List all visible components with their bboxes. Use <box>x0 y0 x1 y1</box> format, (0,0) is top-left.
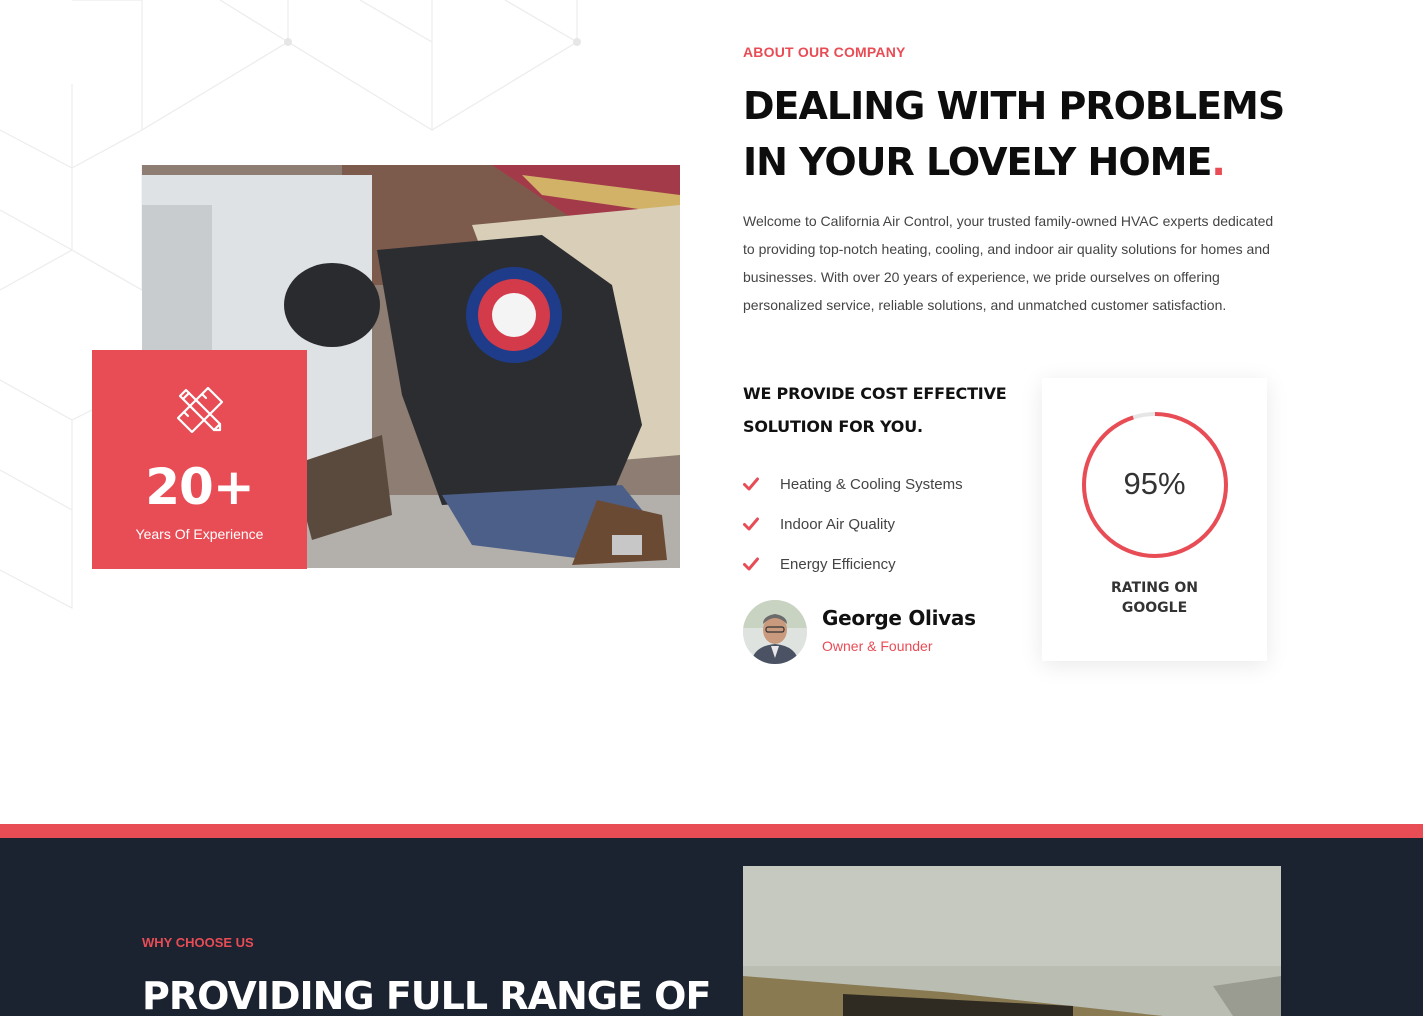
founder-profile: George Olivas Owner & Founder <box>743 600 1043 664</box>
section-eyebrow: ABOUT OUR COMPANY <box>743 44 906 60</box>
cost-effective-subheading: WE PROVIDE COST EFFECTIVE SOLUTION FOR Y… <box>743 384 1007 436</box>
heading-dot: . <box>1211 140 1225 184</box>
feature-label: Indoor Air Quality <box>780 515 896 533</box>
feature-item: Energy Efficiency <box>743 544 1023 584</box>
pencil-ruler-icon <box>176 386 224 434</box>
check-icon <box>743 557 759 571</box>
why-photo <box>743 866 1281 1016</box>
section-divider-bar <box>0 824 1423 838</box>
feature-label: Energy Efficiency <box>780 555 896 573</box>
google-rating-card: 95% RATING ON GOOGLE <box>1042 378 1267 661</box>
rating-label-line-2: GOOGLE <box>1121 600 1188 616</box>
heading-line-2: IN YOUR LOVELY HOME <box>743 140 1212 184</box>
feature-item: Indoor Air Quality <box>743 504 1023 544</box>
feature-label: Heating & Cooling Systems <box>780 475 963 493</box>
founder-title: Owner & Founder <box>822 638 933 654</box>
feature-list: Heating & Cooling Systems Indoor Air Qua… <box>743 464 1023 584</box>
avatar <box>743 600 807 664</box>
why-eyebrow: WHY CHOOSE US <box>142 935 254 950</box>
founder-name: George Olivas <box>822 606 976 630</box>
rating-label: RATING ON GOOGLE <box>1042 578 1267 618</box>
heading-line-1: DEALING WITH PROBLEMS <box>743 84 1285 128</box>
experience-number: 20+ <box>145 458 254 516</box>
section-heading: DEALING WITH PROBLEMS IN YOUR LOVELY HOM… <box>743 78 1303 190</box>
check-icon <box>743 517 759 531</box>
experience-label: Years Of Experience <box>135 526 264 542</box>
about-section: 20+ Years Of Experience ABOUT OUR COMPAN… <box>0 0 1423 824</box>
why-choose-us-section: WHY CHOOSE US PROVIDING FULL RANGE OF <box>0 838 1423 1016</box>
check-icon <box>743 477 759 491</box>
feature-item: Heating & Cooling Systems <box>743 464 1023 504</box>
rating-value: 95% <box>1123 466 1186 501</box>
experience-badge: 20+ Years Of Experience <box>92 350 307 569</box>
rating-label-line-1: RATING ON <box>1111 580 1198 596</box>
why-heading: PROVIDING FULL RANGE OF <box>142 974 711 1016</box>
intro-paragraph: Welcome to California Air Control, your … <box>743 213 1274 313</box>
